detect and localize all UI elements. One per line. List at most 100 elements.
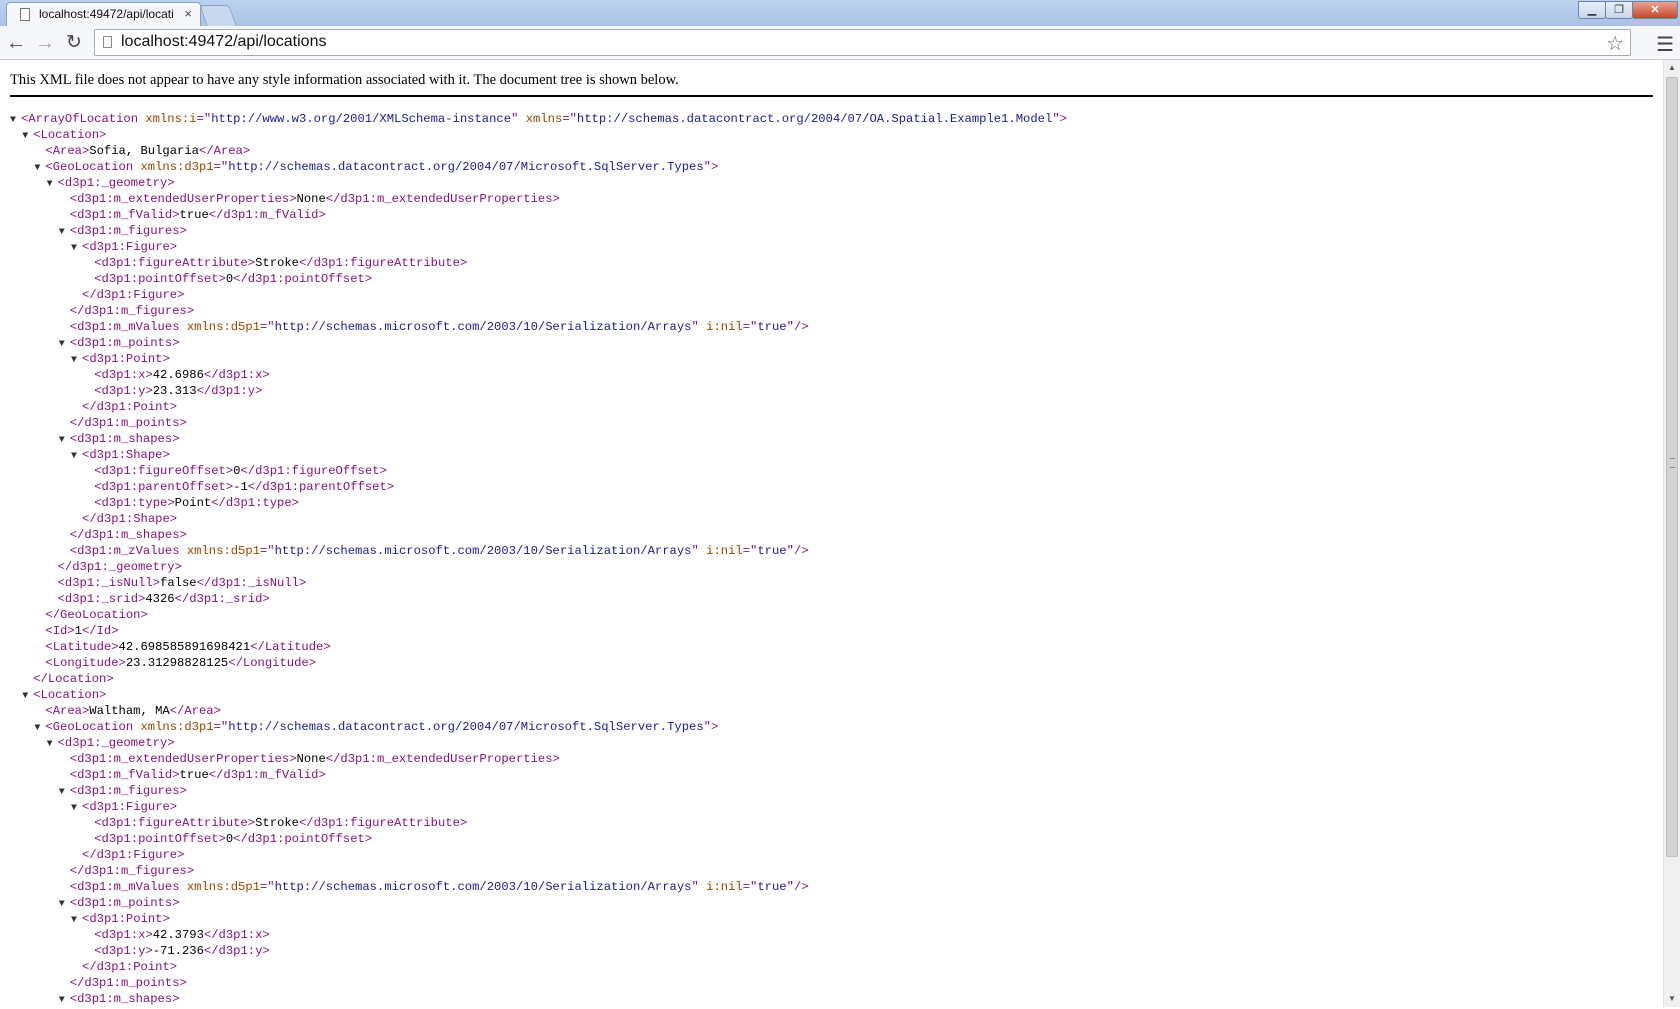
xml-tag: <GeoLocation bbox=[45, 160, 134, 174]
scroll-up-icon[interactable]: ▲ bbox=[1664, 60, 1680, 76]
xml-tag: <ArrayOfLocation bbox=[21, 112, 139, 126]
collapse-triangle-icon[interactable]: ▼ bbox=[71, 913, 82, 929]
xml-tag: <Latitude> bbox=[45, 640, 119, 654]
collapse-triangle-icon[interactable]: ▼ bbox=[47, 737, 58, 753]
page-icon bbox=[20, 8, 30, 21]
xml-text: true bbox=[179, 208, 209, 222]
xml-line: <d3p1:y>-71.236</d3p1:y> bbox=[10, 943, 1067, 959]
window-title-bar: localhost:49472/api/locati × ▁ ❐ ✕ bbox=[0, 0, 1680, 26]
xml-line: ▼ <d3p1:m_points> bbox=[10, 335, 1067, 351]
xml-tag: <d3p1:pointOffset> bbox=[94, 832, 226, 846]
xml-text: None bbox=[296, 192, 326, 206]
tab-close-icon[interactable]: × bbox=[184, 6, 192, 21]
minimize-icon[interactable]: ▁ bbox=[1578, 1, 1606, 19]
xml-line: </GeoLocation> bbox=[10, 607, 1067, 623]
xml-tag: </d3p1:_geometry> bbox=[57, 560, 182, 574]
xml-line: <Latitude>42.698585891698421</Latitude> bbox=[10, 639, 1067, 655]
reload-icon[interactable]: ↻ bbox=[62, 31, 86, 55]
collapse-triangle-icon[interactable]: ▼ bbox=[59, 785, 70, 801]
xml-tag: =" bbox=[562, 112, 577, 126]
xml-line: <d3p1:m_fValid>true</d3p1:m_fValid> bbox=[10, 207, 1067, 223]
back-arrow-icon[interactable]: ← bbox=[4, 31, 28, 55]
xml-tag: </d3p1:Point> bbox=[82, 960, 178, 974]
bookmark-star-icon[interactable]: ☆ bbox=[1606, 31, 1624, 56]
xml-line: </d3p1:m_points> bbox=[10, 975, 1067, 991]
url-text[interactable]: localhost:49472/api/locations bbox=[121, 33, 326, 51]
xml-text: Stroke bbox=[255, 256, 299, 270]
xml-tag: <d3p1:m_mValues bbox=[69, 880, 180, 894]
xml-tag: </Area> bbox=[199, 144, 251, 158]
collapse-triangle-icon[interactable]: ▼ bbox=[59, 897, 70, 913]
scroll-down-icon[interactable]: ▼ bbox=[1664, 991, 1680, 1007]
xml-tag: </d3p1:_srid> bbox=[174, 592, 270, 606]
xml-attribute-name: xmlns bbox=[518, 112, 563, 126]
tab-locations[interactable]: localhost:49472/api/locati × bbox=[6, 2, 201, 26]
xml-line: ▼ <d3p1:m_figures> bbox=[10, 783, 1067, 799]
collapse-triangle-icon[interactable]: ▼ bbox=[71, 449, 82, 465]
xml-tag: "> bbox=[703, 720, 719, 734]
collapse-triangle-icon[interactable]: ▼ bbox=[59, 433, 70, 449]
xml-tag: =" bbox=[742, 320, 758, 334]
xml-tag: <d3p1:y> bbox=[94, 384, 153, 398]
xml-tag: <d3p1:_srid> bbox=[57, 592, 146, 606]
xml-line: <d3p1:x>42.3793</d3p1:x> bbox=[10, 927, 1067, 943]
collapse-triangle-icon[interactable]: ▼ bbox=[71, 801, 82, 817]
xml-tag: </d3p1:figureAttribute> bbox=[298, 816, 468, 830]
xml-text: Stroke bbox=[255, 816, 299, 830]
close-window-icon[interactable]: ✕ bbox=[1632, 1, 1678, 19]
collapse-triangle-icon[interactable]: ▼ bbox=[10, 113, 21, 129]
xml-tag: <GeoLocation bbox=[45, 720, 134, 734]
xml-tag: </Id> bbox=[81, 624, 119, 638]
xml-text: Sofia, Bulgaria bbox=[89, 144, 199, 158]
xml-line: </d3p1:_geometry> bbox=[10, 559, 1067, 575]
xml-line: ▼ <d3p1:m_shapes> bbox=[10, 991, 1067, 1007]
xml-tag: "/> bbox=[786, 544, 809, 558]
xml-attribute-name: xmlns:d3p1 bbox=[133, 720, 214, 734]
forward-arrow-icon[interactable]: → bbox=[33, 31, 57, 55]
xml-attribute-name: xmlns:d3p1 bbox=[133, 160, 214, 174]
xml-attribute-value: http://schemas.microsoft.com/2003/10/Ser… bbox=[274, 880, 692, 894]
collapse-triangle-icon[interactable]: ▼ bbox=[59, 225, 70, 241]
xml-tag: <d3p1:Point> bbox=[82, 352, 170, 366]
xml-tag: </d3p1:m_fValid> bbox=[208, 768, 326, 782]
vertical-scrollbar[interactable]: ▲ ▼ bbox=[1663, 60, 1680, 1007]
xml-line: ▼ <d3p1:Point> bbox=[10, 351, 1067, 367]
maximize-icon[interactable]: ❐ bbox=[1605, 1, 1633, 19]
xml-tag: <d3p1:y> bbox=[94, 944, 153, 958]
xml-line: <d3p1:figureOffset>0</d3p1:figureOffset> bbox=[10, 463, 1067, 479]
scrollbar-thumb[interactable] bbox=[1666, 77, 1678, 857]
collapse-triangle-icon[interactable]: ▼ bbox=[34, 161, 45, 177]
page-icon bbox=[103, 36, 112, 48]
xml-line: <d3p1:_isNull>false</d3p1:_isNull> bbox=[10, 575, 1067, 591]
xml-tag: <d3p1:m_zValues bbox=[69, 544, 180, 558]
collapse-triangle-icon[interactable]: ▼ bbox=[34, 721, 45, 737]
collapse-triangle-icon[interactable]: ▼ bbox=[47, 177, 58, 193]
xml-tag: <d3p1:figureAttribute> bbox=[94, 256, 256, 270]
xml-attribute-value: http://schemas.microsoft.com/2003/10/Ser… bbox=[274, 320, 692, 334]
xml-attribute-value: http://schemas.datacontract.org/2004/07/… bbox=[228, 160, 704, 174]
xml-line: </Location> bbox=[10, 671, 1067, 687]
xml-tag: =" bbox=[259, 880, 275, 894]
new-tab-button[interactable] bbox=[199, 5, 237, 26]
xml-line: </d3p1:Point> bbox=[10, 959, 1067, 975]
xml-tag: </d3p1:m_fValid> bbox=[208, 208, 326, 222]
xml-attribute-name: i:nil bbox=[698, 320, 743, 334]
xml-tag: <d3p1:m_fValid> bbox=[69, 768, 180, 782]
collapse-triangle-icon[interactable]: ▼ bbox=[22, 689, 33, 705]
address-bar[interactable]: localhost:49472/api/locations ☆ bbox=[94, 29, 1631, 56]
xml-line: ▼ <d3p1:Point> bbox=[10, 911, 1067, 927]
collapse-triangle-icon[interactable]: ▼ bbox=[71, 241, 82, 257]
xml-tree: ▼ <ArrayOfLocation xmlns:i="http://www.w3… bbox=[10, 111, 1067, 1007]
xml-line: </d3p1:m_figures> bbox=[10, 863, 1067, 879]
xml-line: ▼ <d3p1:_geometry> bbox=[10, 175, 1067, 191]
xml-line: <d3p1:_srid>4326</d3p1:_srid> bbox=[10, 591, 1067, 607]
xml-line: ▼ <d3p1:Shape> bbox=[10, 447, 1067, 463]
xml-tag: </Area> bbox=[169, 704, 221, 718]
collapse-triangle-icon[interactable]: ▼ bbox=[71, 353, 82, 369]
menu-icon[interactable]: ☰ bbox=[1656, 32, 1674, 57]
collapse-triangle-icon[interactable]: ▼ bbox=[22, 129, 33, 145]
xml-attribute-name: i:nil bbox=[698, 544, 743, 558]
xml-line: ▼ <Location> bbox=[10, 687, 1067, 703]
xml-tag: <d3p1:Shape> bbox=[82, 448, 170, 462]
collapse-triangle-icon[interactable]: ▼ bbox=[59, 337, 70, 353]
